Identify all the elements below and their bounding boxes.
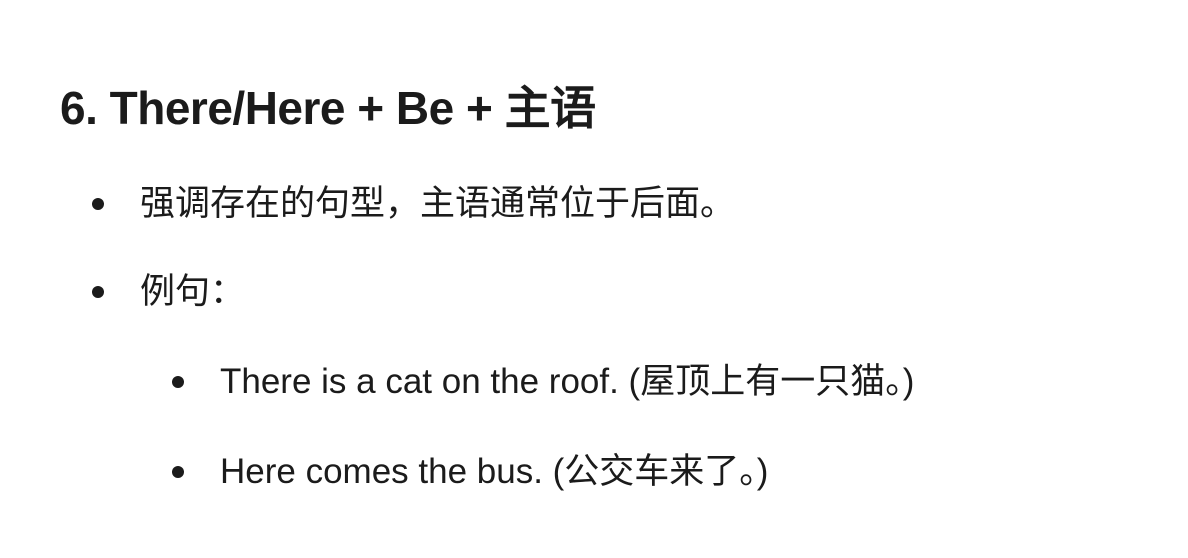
- list-item-text: 强调存在的句型，主语通常位于后面。: [140, 184, 736, 223]
- bullet-dot-icon: [92, 286, 104, 298]
- section-heading: 6. There/Here + Be + 主语: [60, 82, 596, 134]
- list-item: 强调存在的句型，主语通常位于后面。: [92, 180, 736, 228]
- bullet-dot-icon: [92, 198, 104, 210]
- example-text: Here comes the bus. (公交车来了。): [220, 452, 769, 491]
- bullet-dot-icon: [172, 376, 184, 388]
- list-item-text: 例句：: [140, 272, 246, 311]
- list-item: 例句：: [92, 268, 246, 316]
- example-text: There is a cat on the roof. (屋顶上有一只猫。): [220, 362, 915, 401]
- example-item: Here comes the bus. (公交车来了。): [172, 448, 769, 496]
- document-page: 6. There/Here + Be + 主语 强调存在的句型，主语通常位于后面…: [0, 0, 1188, 558]
- bullet-dot-icon: [172, 466, 184, 478]
- example-item: There is a cat on the roof. (屋顶上有一只猫。): [172, 358, 915, 406]
